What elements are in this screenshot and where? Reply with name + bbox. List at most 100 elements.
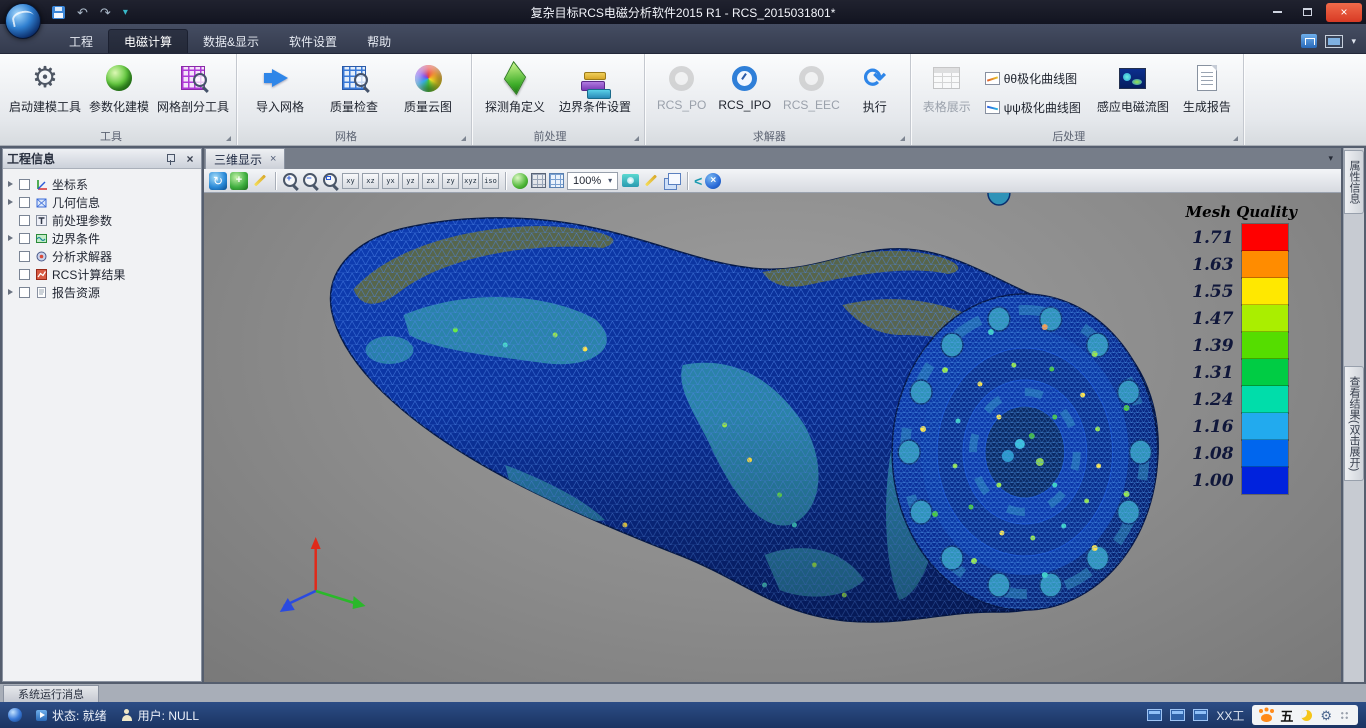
menu-tab-help[interactable]: 帮助 [352,29,406,53]
expander-icon[interactable] [5,235,15,241]
save-icon[interactable] [52,6,65,19]
viewport-3d[interactable]: Mesh Quality 1.71 1.63 1.55 1.47 [204,193,1341,682]
undo-icon[interactable]: ↶ [77,6,88,19]
app-logo-icon[interactable] [5,3,41,39]
psi-polarization-curve-button[interactable]: ψψ极化曲线图 [981,97,1085,118]
boundary-condition-settings-button[interactable]: 边界条件设置 [552,57,638,129]
probe-angle-define-button[interactable]: 探测角定义 [478,57,552,129]
axis-view-button[interactable]: xyz [462,173,479,189]
tab-property-info[interactable]: 属性信息 [1344,150,1364,214]
tree-item-geometry-info[interactable]: 几何信息 [5,193,201,211]
display-style-icon[interactable] [1325,35,1343,48]
button-label: 感应电磁流图 [1097,98,1169,115]
ime-toolbar[interactable]: 五 ⚙ [1252,705,1358,725]
rcs-ipo-button[interactable]: RCS_IPO [712,57,777,129]
maximize-icon [1303,8,1312,16]
orbit-rotate-icon[interactable]: ↻ [209,172,227,190]
axis-view-button[interactable]: zx [422,173,439,189]
tab-close-icon[interactable]: × [270,153,276,165]
axis-view-button[interactable]: xz [362,173,379,189]
share-icon[interactable]: < [694,174,702,188]
zoom-in-icon[interactable]: + [282,172,299,189]
tree-item-boundary-conditions[interactable]: 边界条件 [5,229,201,247]
checkbox[interactable] [19,251,30,262]
grid-view-icon[interactable] [549,173,564,188]
ime-mode-label[interactable]: 五 [1280,706,1293,725]
tree-item-preprocess-params[interactable]: 前处理参数 [5,211,201,229]
close-button[interactable]: × [1326,3,1362,22]
axis-view-button[interactable]: xy [342,173,359,189]
menu-tab-software-settings[interactable]: 软件设置 [274,29,352,53]
dialog-launcher-icon[interactable] [1233,136,1238,141]
expander-icon[interactable] [5,199,15,205]
close-view-icon[interactable]: × [705,173,721,189]
ime-settings-gear-icon[interactable]: ⚙ [1320,709,1332,722]
mesh-partition-tool-button[interactable]: 网格剖分工具 [156,57,230,129]
axis-view-button[interactable]: yx [382,173,399,189]
induced-em-current-button[interactable]: 感应电磁流图 [1089,57,1177,129]
parametric-modeling-button[interactable]: 参数化建模 [82,57,156,129]
execute-button[interactable]: ⟳ 执行 [846,57,904,129]
tab-overflow-dropdown-icon[interactable]: ▾ [1328,153,1333,164]
tree-item-analysis-solver[interactable]: 分析求解器 [5,247,201,265]
pin-icon[interactable] [165,153,175,165]
checkbox[interactable] [19,233,30,244]
measure-pencil-icon[interactable] [251,172,269,190]
theta-polarization-curve-button[interactable]: θθ极化曲线图 [981,68,1085,89]
tree-item-coordinate-system[interactable]: 坐标系 [5,175,201,193]
dialog-launcher-icon[interactable] [900,136,905,141]
main-view-area: 三维显示 × ▾ ↻ + + − xy xz yx yz zx zy xyz i… [204,148,1341,682]
window-layout-icon[interactable] [1170,709,1185,721]
ime-grid-handle-icon[interactable] [1340,711,1349,720]
shaded-view-icon[interactable] [512,173,528,189]
tree-item-rcs-results[interactable]: RCS计算结果 [5,265,201,283]
tab-system-messages[interactable]: 系统运行消息 [3,685,99,702]
menu-tab-data-display[interactable]: 数据&显示 [188,29,274,53]
zoom-window-icon[interactable] [322,172,339,189]
qat-customize-dropdown-icon[interactable]: ▾ [123,7,128,18]
wireframe-view-icon[interactable] [531,173,546,188]
rcs-eec-button: RCS_EEC [777,57,846,129]
quality-cloud-button[interactable]: 质量云图 [391,57,465,129]
checkbox[interactable] [19,197,30,208]
redo-icon[interactable]: ↷ [100,6,111,19]
menu-tab-project[interactable]: 工程 [54,29,108,53]
dialog-launcher-icon[interactable] [461,136,466,141]
tree-item-report-resources[interactable]: 报告资源 [5,283,201,301]
moon-icon[interactable] [1301,710,1312,721]
ribbon-collapse-icon[interactable] [1301,34,1317,48]
checkbox[interactable] [19,287,30,298]
launch-modeling-tool-button[interactable]: ⚙ 启动建模工具 [8,57,82,129]
axis-view-button[interactable]: yz [402,173,419,189]
dialog-launcher-icon[interactable] [634,136,639,141]
pan-view-icon[interactable]: + [230,172,248,190]
zoom-level-select[interactable]: 100% ▾ [567,172,618,190]
axis-view-button[interactable]: zy [442,173,459,189]
annotate-pen-icon[interactable] [642,172,660,190]
ime-logo-paw-icon[interactable] [1261,714,1272,722]
expander-icon[interactable] [5,181,15,187]
window-layout-icon[interactable] [1193,709,1208,721]
menu-tab-em-compute[interactable]: 电磁计算 [108,29,188,53]
import-mesh-button[interactable]: 导入网格 [243,57,317,129]
expander-icon[interactable] [5,289,15,295]
panel-close-icon[interactable]: × [183,152,197,166]
checkbox[interactable] [19,215,30,226]
tab-view-results[interactable]: 查看结果(双击展开) [1344,366,1364,481]
checkbox[interactable] [19,269,30,280]
legend-value: 1.63 [1186,255,1242,275]
zoom-out-icon[interactable]: − [302,172,319,189]
legend-swatch [1242,440,1288,467]
checkbox[interactable] [19,179,30,190]
window-layout-icon[interactable] [1147,709,1162,721]
layers-icon[interactable] [663,172,681,190]
tab-3d-display[interactable]: 三维显示 × [205,148,285,169]
dialog-launcher-icon[interactable] [226,136,231,141]
minimize-button[interactable] [1262,0,1292,24]
style-dropdown-icon[interactable]: ▾ [1351,36,1356,47]
maximize-button[interactable] [1292,0,1322,24]
capture-icon[interactable] [621,172,639,190]
generate-report-button[interactable]: 生成报告 [1177,57,1237,129]
quality-check-button[interactable]: 质量检查 [317,57,391,129]
axis-view-button[interactable]: iso [482,173,499,189]
